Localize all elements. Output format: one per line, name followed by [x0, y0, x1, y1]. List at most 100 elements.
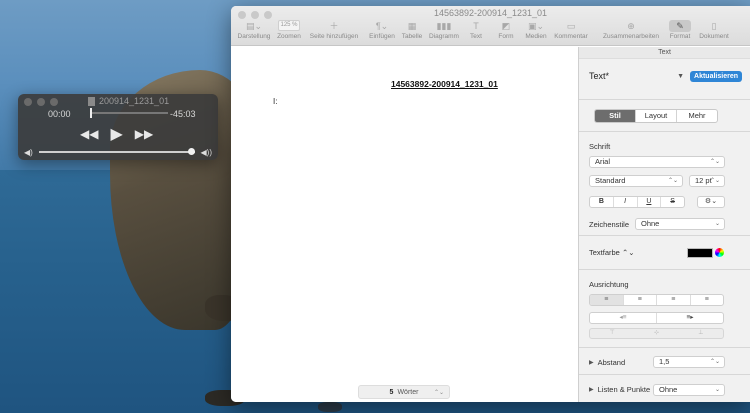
textfarbe-text: Textfarbe — [589, 248, 620, 257]
character-style-select[interactable]: Ohne ⌄ — [635, 218, 725, 230]
toolbar-einfuegen[interactable]: ¶⌄ Einfügen — [367, 20, 397, 40]
toolbar-add-page-label: Seite hinzufügen — [309, 33, 359, 40]
toolbar-text[interactable]: T Text — [465, 20, 487, 40]
line-spacing-select[interactable]: 1,5 ⌃⌄ — [653, 356, 725, 368]
toolbar-add-page[interactable]: ＋ Seite hinzufügen — [307, 20, 361, 40]
tab-mehr[interactable]: Mehr — [677, 110, 717, 122]
document-heading[interactable]: 14563892-200914_1231_01 — [391, 79, 498, 89]
document-text-line[interactable]: I: — [273, 97, 277, 106]
inspector-tab-text[interactable]: Text — [579, 47, 750, 59]
textfarbe-label[interactable]: Textfarbe ⌃⌄ — [589, 248, 635, 257]
toolbar-format[interactable]: ✎ Format — [665, 20, 695, 40]
character-style-value: Ohne — [641, 219, 660, 228]
font-size-field[interactable]: 12 pt ⌃⌄ — [689, 175, 725, 187]
valign-bottom-icon[interactable]: ⊥ — [679, 329, 723, 338]
toolbar-zusammenarbeiten[interactable]: ⊕ Zusammenarbeiten — [601, 20, 661, 40]
increase-indent-icon[interactable]: ≡▸ — [657, 313, 723, 323]
window-controls[interactable] — [24, 98, 58, 106]
toolbar-tabelle[interactable]: ▦ Tabelle — [399, 20, 425, 40]
scrubber[interactable] — [90, 108, 168, 118]
fast-forward-icon[interactable]: ▶▶ — [135, 127, 153, 141]
disclosure-triangle-icon[interactable]: ▶ — [589, 386, 594, 393]
gear-icon[interactable]: ⚙⌄ — [697, 196, 725, 208]
toolbar-medien[interactable]: ▣⌄ Medien — [523, 20, 549, 40]
toolbar-text-label: Text — [470, 33, 482, 40]
divider — [579, 131, 750, 132]
chevron-down-icon[interactable]: ▼ — [677, 73, 684, 80]
minimize-button[interactable] — [37, 98, 45, 106]
volume-low-icon: ◀) — [24, 147, 33, 157]
list-style-select[interactable]: Ohne ⌄ — [653, 384, 725, 396]
valign-middle-icon[interactable]: ⊹ — [634, 329, 678, 338]
close-button[interactable] — [24, 98, 32, 106]
volume-slider[interactable] — [38, 148, 195, 155]
table-icon: ▦ — [407, 21, 417, 31]
italic-button[interactable]: I — [614, 197, 638, 207]
abstand-label: Abstand — [597, 358, 626, 367]
window-title: 14563892-200914_1231_01 — [433, 8, 548, 18]
line-spacing-value: 1,5 — [659, 357, 670, 366]
font-family-select[interactable]: Arial ⌃⌄ — [589, 156, 725, 168]
volume-control[interactable]: ◀) ◀)) — [24, 147, 212, 157]
divider — [579, 235, 750, 236]
paragraph-style-name[interactable]: Text* — [589, 71, 609, 81]
wallpaper-rock — [318, 402, 342, 412]
toolbar-tabelle-label: Tabelle — [401, 33, 423, 40]
strikethrough-button[interactable]: S — [661, 197, 684, 207]
underline-button[interactable]: U — [638, 197, 662, 207]
document-canvas[interactable]: 14563892-200914_1231_01 I: 5 Wörter ⌃⌄ — [231, 47, 578, 402]
font-style-value: Standard — [595, 176, 626, 185]
inspector-segment-tabs: Stil Layout Mehr — [594, 109, 718, 123]
paintbrush-icon: ✎ — [669, 20, 691, 32]
toolbar-dokument[interactable]: ▯ Dokument — [697, 20, 731, 40]
listen-disclosure[interactable]: ▶ Listen & Punkte — [589, 385, 650, 394]
pages-window: 14563892-200914_1231_01 ▤⌄ Darstellung 1… — [231, 6, 750, 402]
abstand-disclosure[interactable]: ▶ Abstand — [589, 358, 625, 367]
align-justify-icon[interactable]: ≡ — [691, 295, 724, 305]
align-left-icon[interactable]: ≡ — [590, 295, 624, 305]
stepper-icon: ⌃⌄ — [709, 178, 720, 184]
bold-button[interactable]: B — [590, 197, 614, 207]
plus-icon: ＋ — [329, 21, 339, 31]
toolbar-kommentar[interactable]: ▭ Kommentar — [553, 20, 589, 40]
toolbar-format-label: Format — [669, 33, 691, 40]
color-wheel-icon[interactable] — [715, 248, 724, 257]
listen-label: Listen & Punkte — [597, 385, 651, 394]
text-color-well[interactable] — [687, 248, 713, 258]
volume-knob[interactable] — [187, 148, 195, 155]
word-count[interactable]: 5 Wörter ⌃⌄ — [358, 385, 450, 399]
quicktime-player[interactable]: 200914_1231_01 00:00 -45:03 ◀◀ ▶ ▶▶ ◀) ◀… — [18, 94, 218, 160]
player-title: 200914_1231_01 — [88, 96, 169, 106]
align-right-icon[interactable]: ≡ — [657, 295, 691, 305]
toolbar-kommentar-label: Kommentar — [554, 33, 588, 40]
word-count-label: Wörter — [397, 388, 419, 396]
toolbar-darstellung[interactable]: ▤⌄ Darstellung — [235, 20, 273, 40]
valign-top-icon[interactable]: ⊤ — [590, 329, 634, 338]
tab-stil[interactable]: Stil — [595, 110, 636, 122]
scrubber-knob[interactable] — [90, 108, 92, 118]
play-icon[interactable]: ▶ — [110, 124, 122, 144]
rewind-icon[interactable]: ◀◀ — [80, 127, 98, 141]
toolbar-diagramm[interactable]: ▮▮▮ Diagramm — [428, 20, 460, 40]
divider — [579, 269, 750, 270]
volume-high-icon: ◀)) — [200, 147, 212, 157]
stepper-icon: ⌃⌄ — [667, 178, 678, 184]
toolbar-form-label: Form — [498, 33, 514, 40]
chart-icon: ▮▮▮ — [436, 21, 452, 31]
update-style-button[interactable]: Aktualisieren — [690, 70, 742, 82]
align-center-icon[interactable]: ≡ — [624, 295, 657, 305]
disclosure-triangle-icon[interactable]: ▶ — [589, 359, 594, 366]
tab-layout[interactable]: Layout — [636, 110, 677, 122]
chevron-down-icon: ⌄ — [714, 387, 720, 393]
zeichenstile-label: Zeichenstile — [589, 220, 630, 229]
stepper-icon: ⌃⌄ — [709, 359, 720, 365]
toolbar-zoom[interactable]: 125 % Zoomen — [275, 20, 303, 40]
sidebar-icon: ▤⌄ — [245, 21, 263, 31]
toolbar-medien-label: Medien — [525, 33, 547, 40]
document-icon — [88, 96, 95, 106]
font-style-select[interactable]: Standard ⌃⌄ — [589, 175, 683, 187]
decrease-indent-icon[interactable]: ◂≡ — [590, 313, 657, 323]
toolbar-form[interactable]: ◩ Form — [495, 20, 517, 40]
zoom-button[interactable] — [50, 98, 58, 106]
zoom-value[interactable]: 125 % — [278, 20, 300, 31]
